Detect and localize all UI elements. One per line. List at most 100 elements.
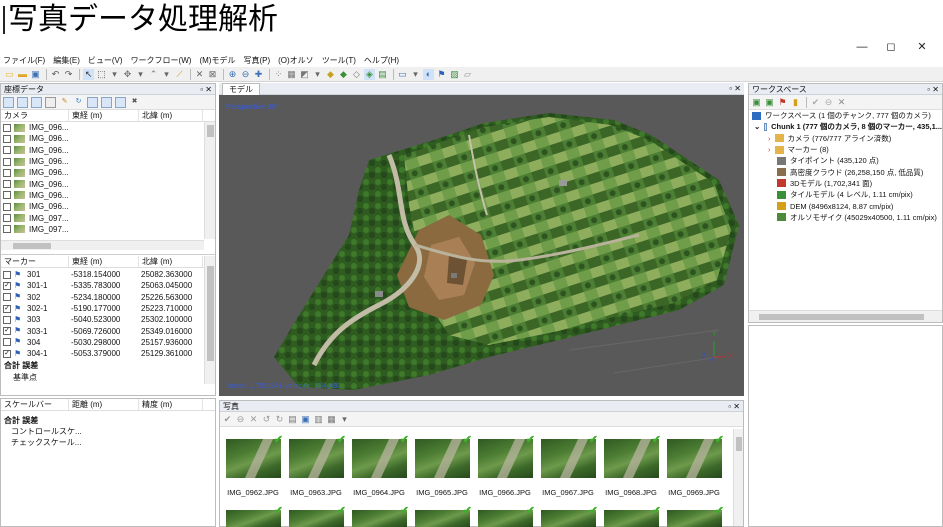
- photo-thumbnail[interactable]: ✔: [541, 505, 598, 527]
- photo-thumbnail[interactable]: ✔: [667, 505, 724, 527]
- show-masks-icon[interactable]: ▥: [313, 414, 324, 425]
- col-east[interactable]: 東経 (m): [69, 256, 139, 267]
- scroll-thumb[interactable]: [207, 125, 214, 137]
- scroll-thumb[interactable]: [736, 437, 742, 451]
- chunk-node[interactable]: ⌄ Chunk 1 (777 個のカメラ, 8 個のマーカー, 435,1...: [749, 121, 942, 132]
- save-reference-icon[interactable]: [31, 96, 42, 108]
- photo-thumbnail[interactable]: ✔: [478, 505, 535, 527]
- camera-vscrollbar[interactable]: [204, 122, 215, 239]
- import-icon[interactable]: [3, 96, 14, 108]
- camera-checkbox[interactable]: [3, 134, 11, 143]
- close-button[interactable]: ✕: [915, 40, 929, 54]
- scroll-thumb[interactable]: [207, 266, 214, 361]
- show-images-icon[interactable]: ▣: [300, 414, 311, 425]
- rect-select-icon[interactable]: ⬚: [96, 69, 107, 80]
- marker-row[interactable]: ✓ ⚑ 304-1 -5053.379000 25129.361000: [1, 348, 204, 359]
- open-icon[interactable]: ▬: [17, 69, 28, 80]
- ruler-dropdown-icon[interactable]: ▾: [161, 69, 172, 80]
- col-north[interactable]: 北緯 (m): [139, 110, 203, 121]
- menu-edit[interactable]: 編集(E): [53, 55, 80, 66]
- add-marker-icon[interactable]: ⚑: [777, 97, 788, 108]
- show-region-icon[interactable]: ▱: [462, 69, 473, 80]
- mesh-icon[interactable]: ◩: [299, 69, 310, 80]
- chevron-right-icon[interactable]: ›: [768, 134, 771, 143]
- photo-thumbnail[interactable]: ✔: [226, 434, 283, 478]
- camera-row[interactable]: IMG_096...: [1, 133, 215, 144]
- show-cameras-icon[interactable]: ◐: [423, 68, 434, 80]
- photo-thumbnail[interactable]: ✔: [478, 434, 535, 478]
- reset-filter-icon[interactable]: ▤: [287, 414, 298, 425]
- col-camera[interactable]: カメラ: [1, 110, 69, 121]
- remove-icon[interactable]: ✕: [836, 97, 847, 108]
- tiled-model-icon[interactable]: ◈: [364, 68, 375, 80]
- enable-camera-icon[interactable]: ✔: [222, 414, 233, 425]
- zoom-in-icon[interactable]: ⊕: [227, 69, 238, 80]
- textured-model-icon[interactable]: ◆: [338, 69, 349, 80]
- control-scalebar-item[interactable]: コントロールスケ...: [11, 426, 82, 437]
- camera-icon[interactable]: ▭: [397, 69, 408, 80]
- camera-row[interactable]: IMG_097...: [1, 212, 215, 223]
- col-north[interactable]: 北緯 (m): [139, 256, 203, 267]
- navigation-icon[interactable]: ↖: [83, 68, 94, 80]
- camera-row[interactable]: IMG_096...: [1, 178, 215, 189]
- photo-thumbnail[interactable]: ✔: [604, 434, 661, 478]
- add-chunk-icon[interactable]: ▣: [751, 97, 762, 108]
- view-source-icon[interactable]: [87, 96, 98, 108]
- table-icon[interactable]: [45, 96, 56, 108]
- dem-icon[interactable]: ▤: [377, 69, 388, 80]
- camera-hscrollbar[interactable]: [1, 240, 204, 250]
- col-accuracy[interactable]: 精度 (m): [139, 399, 203, 410]
- workspace-item[interactable]: オルソモザイク (45029x40500, 1.11 cm/pix): [749, 212, 942, 223]
- move-dropdown-icon[interactable]: ▾: [135, 69, 146, 80]
- photo-thumbnail[interactable]: ✔: [289, 434, 346, 478]
- camera-row[interactable]: IMG_096...: [1, 201, 215, 212]
- maximize-button[interactable]: ◻: [884, 40, 898, 54]
- save-icon[interactable]: ▣: [30, 69, 41, 80]
- check-scalebar-item[interactable]: チェックスケール...: [11, 437, 81, 448]
- new-icon[interactable]: ▭: [4, 69, 15, 80]
- col-distance[interactable]: 距離 (m): [69, 399, 139, 410]
- add-photos-icon[interactable]: ▣: [764, 97, 775, 108]
- camera-row[interactable]: IMG_096...: [1, 122, 215, 133]
- panel-float-close-icon[interactable]: ▫ ✕: [729, 83, 741, 94]
- panel-float-close-icon[interactable]: ▫ ✕: [728, 401, 740, 412]
- solid-model-icon[interactable]: ◆: [325, 69, 336, 80]
- camera-checkbox[interactable]: [3, 225, 11, 234]
- camera-row[interactable]: IMG_096...: [1, 167, 215, 178]
- chevron-right-icon[interactable]: ›: [768, 145, 771, 154]
- marker-row[interactable]: ✓ ⚑ 301-1 -5335.783000 25063.045000: [1, 280, 204, 291]
- camera-row[interactable]: IMG_096...: [1, 156, 215, 167]
- menu-workflow[interactable]: ワークフロー(W): [131, 55, 192, 66]
- remove-camera-icon[interactable]: ✕: [248, 414, 259, 425]
- enable-icon[interactable]: ✔: [810, 97, 821, 108]
- tab-model[interactable]: モデル: [222, 83, 260, 95]
- point-cloud-icon[interactable]: ⁘: [273, 69, 284, 80]
- export-icon[interactable]: [17, 96, 28, 108]
- undo-icon[interactable]: ↶: [50, 69, 61, 80]
- workspace-item[interactable]: › マーカー (8): [749, 144, 942, 155]
- marker-checkbox[interactable]: [3, 315, 11, 324]
- zoom-out-icon[interactable]: ⊖: [240, 69, 251, 80]
- photo-thumbnail[interactable]: ✔: [415, 434, 472, 478]
- view-mode-dropdown-icon[interactable]: ▾: [339, 414, 350, 425]
- wireframe-icon[interactable]: ◇: [351, 69, 362, 80]
- camera-checkbox[interactable]: [3, 191, 11, 200]
- view-estimated-icon[interactable]: [101, 96, 112, 108]
- workspace-item[interactable]: › カメラ (776/777 アライン済数): [749, 133, 942, 144]
- redo-icon[interactable]: ↷: [63, 69, 74, 80]
- camera-checkbox[interactable]: [3, 146, 11, 155]
- add-folder-icon[interactable]: ▮: [790, 97, 801, 108]
- marker-vscrollbar[interactable]: [204, 256, 215, 384]
- model-viewport[interactable]: Perspective 30° faces: 1,702,341 vertice…: [219, 95, 744, 396]
- menu-model[interactable]: (M)モデル: [199, 55, 235, 66]
- camera-checkbox[interactable]: [3, 157, 11, 166]
- workspace-item[interactable]: 高密度クラウド (26,258,150 点, 低品質): [749, 166, 942, 177]
- scroll-thumb[interactable]: [759, 314, 924, 320]
- rotate-right-icon[interactable]: ↻: [274, 414, 285, 425]
- reset-view-icon[interactable]: ✚: [253, 69, 264, 80]
- marker-checkbox[interactable]: ✓: [3, 304, 11, 313]
- show-markers-icon[interactable]: ⚑: [436, 69, 447, 80]
- menu-tools[interactable]: ツール(T): [322, 55, 356, 66]
- view-mode-icon[interactable]: ▦: [326, 414, 337, 425]
- camera-row[interactable]: IMG_096...: [1, 145, 215, 156]
